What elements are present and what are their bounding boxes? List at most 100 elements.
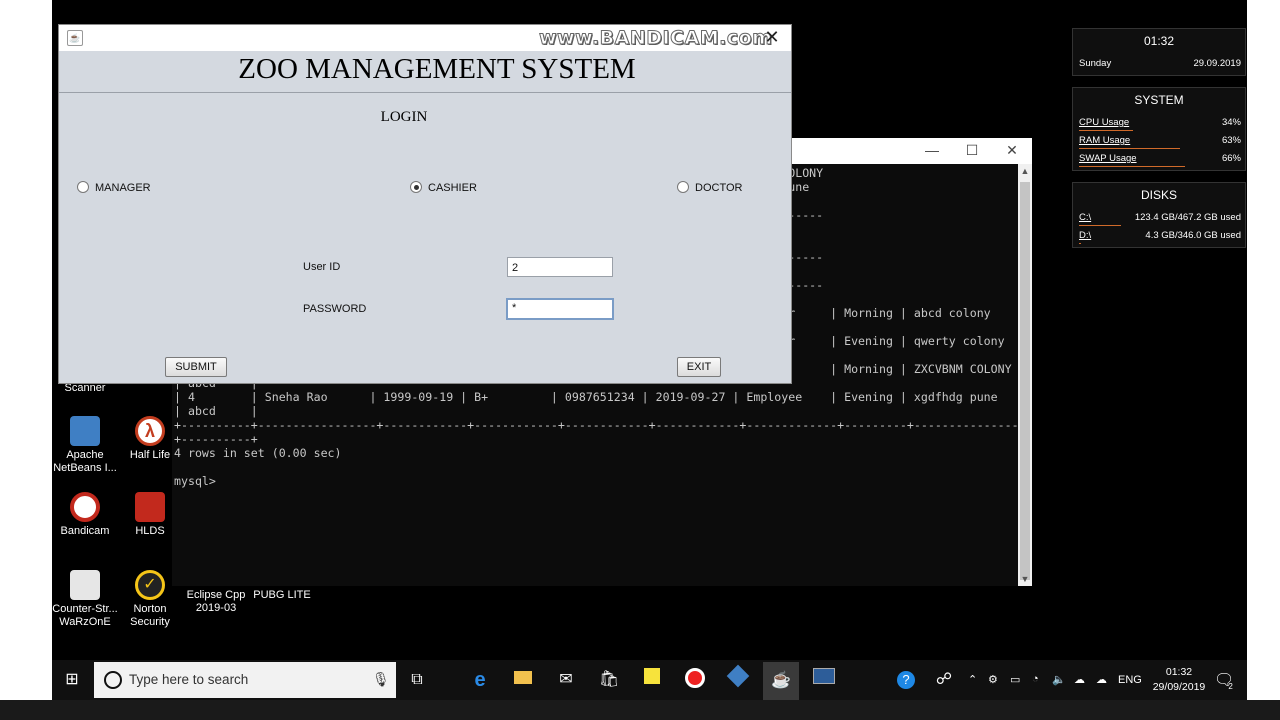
disk-value: 123.4 GB/467.2 GB used — [1134, 212, 1241, 223]
system-label: SWAP Usage — [1079, 153, 1137, 164]
half-life-icon: λ — [135, 416, 165, 446]
java-taskbar-icon[interactable]: ☕ — [763, 662, 799, 700]
disk-label: D:\ — [1079, 230, 1092, 241]
search-box[interactable]: Type here to search 🎙 — [94, 662, 396, 698]
norton-icon: ✓ — [135, 570, 165, 600]
role-radio-manager[interactable]: MANAGER — [77, 181, 151, 195]
desktop-icon-label: Norton Security — [130, 603, 170, 628]
maximize-icon[interactable]: ☐ — [952, 138, 992, 164]
windows-start-icon[interactable]: ⊞ — [60, 668, 84, 692]
login-subtitle: LOGIN — [380, 109, 428, 125]
terminal-line: 4 rows in set (0.00 sec) — [174, 446, 342, 460]
role-radio-doctor[interactable]: DOCTOR — [677, 181, 742, 195]
volume-icon[interactable]: 🔈 — [1052, 673, 1066, 686]
disk-row: C:\ 123.4 GB/467.2 GB used — [1079, 212, 1241, 224]
system-value: 34% — [1221, 117, 1241, 128]
desktop-icon-eclipse[interactable]: Eclipse Cpp 2019-03 — [183, 576, 249, 615]
wifi-icon[interactable]: ◔ — [1032, 673, 1039, 685]
disk-label: C:\ — [1079, 212, 1092, 223]
java-icon: ☕ — [67, 30, 83, 46]
desktop-icon-label: PUBG LITE — [253, 589, 311, 601]
disks-widget: DISKS C:\ 123.4 GB/467.2 GB used D:\ 4.3 GB… — [1072, 182, 1246, 248]
search-placeholder: Type here to search — [129, 672, 249, 687]
file-explorer-icon[interactable] — [511, 668, 535, 692]
system-value: 66% — [1221, 153, 1241, 164]
system-label: RAM Usage — [1079, 135, 1131, 146]
battery-icon[interactable]: ▭ — [1010, 673, 1020, 686]
notification-center-icon[interactable]: 🗨2 — [1214, 670, 1239, 691]
user-id-field[interactable]: 2 — [507, 257, 613, 277]
terminal-scrollbar[interactable]: ▲ ▼ — [1018, 164, 1032, 586]
edge-icon[interactable]: e — [468, 668, 492, 692]
scrollbar-thumb[interactable] — [1020, 182, 1030, 580]
terminal-close-icon[interactable]: ✕ — [992, 138, 1032, 164]
disks-title: DISKS — [1140, 188, 1177, 202]
radio-icon — [677, 181, 689, 193]
page-title: ZOO MANAGEMENT SYSTEM — [238, 53, 636, 85]
microphone-icon[interactable]: 🎙 — [372, 671, 390, 688]
terminal-line: +----------+ — [174, 432, 258, 446]
cloud-icon[interactable]: ☁ — [1074, 673, 1085, 686]
mail-icon[interactable]: ✉ — [554, 668, 578, 692]
terminal-title-bar: — ☐ ✕ — [792, 138, 1032, 164]
submit-button[interactable]: SUBMIT — [165, 357, 227, 377]
system-title: SYSTEM — [1134, 93, 1184, 107]
login-title-bar: ☕ www.BANDICAM.com ✕ — [59, 25, 791, 51]
system-row: SWAP Usage 66% — [1079, 153, 1241, 165]
tray-bluetooth-icon[interactable]: ⚙ — [988, 673, 998, 686]
scroll-down-icon[interactable]: ▼ — [1018, 572, 1032, 586]
user-id-label: User ID — [303, 261, 341, 273]
taskbar-date: 29/09/2019 — [1152, 681, 1206, 693]
system-row: CPU Usage 34% — [1079, 117, 1241, 129]
desktop-icon-netbeans[interactable]: Apache NetBeans I... — [52, 416, 118, 475]
taskbar-time: 01:32 — [1165, 666, 1193, 678]
help-icon[interactable]: ? — [894, 668, 918, 692]
terminal-line: +----------+-----------------+----------… — [174, 418, 1018, 432]
divider — [59, 92, 791, 93]
notification-count: 2 — [1228, 682, 1233, 691]
disk-value: 4.3 GB/346.0 GB used — [1145, 230, 1241, 241]
language-indicator[interactable]: ENG — [1118, 674, 1142, 686]
task-view-icon[interactable]: ⧉ — [405, 668, 429, 692]
terminal-line: | 4 | Sneha Rao | 1999-09-19 | B+ | 0987… — [174, 390, 998, 404]
system-usage-bar — [1079, 148, 1180, 149]
disk-usage-bar — [1079, 243, 1081, 244]
tray-chevron-icon[interactable]: ⌃ — [968, 673, 977, 686]
store-icon[interactable]: 🛍 — [597, 668, 621, 692]
radio-checked-icon — [410, 181, 422, 193]
screen-bottom-strip — [0, 700, 1280, 720]
netbeans-taskbar-icon[interactable] — [726, 664, 750, 692]
desktop-icon-counter-strike[interactable]: Counter-Str... WaRzOnE — [52, 570, 118, 629]
widget-clock-time: 01:32 — [1143, 34, 1175, 48]
desktop-icon-pubg[interactable]: PUBG LITE — [249, 576, 315, 602]
role-label: DOCTOR — [695, 182, 743, 194]
search-icon — [104, 671, 122, 689]
bandicam-taskbar-icon[interactable] — [683, 668, 707, 692]
widget-date-row: Sunday 29.09.2019 — [1079, 58, 1241, 70]
clock-widget: 01:32 Sunday 29.09.2019 — [1072, 28, 1246, 76]
bandicam-watermark: www.BANDICAM.com — [538, 27, 773, 50]
desktop-icon-label: Half Life — [129, 449, 171, 461]
sticky-notes-icon[interactable] — [640, 668, 664, 692]
role-radio-cashier[interactable]: CASHIER — [410, 181, 477, 195]
people-icon[interactable]: ☍ — [932, 668, 956, 692]
role-label: CASHIER — [428, 182, 477, 194]
minimize-icon[interactable]: — — [912, 138, 952, 164]
mysql-taskbar-icon[interactable] — [812, 668, 836, 692]
system-value: 63% — [1221, 135, 1241, 146]
password-field[interactable]: * — [506, 298, 614, 320]
bandicam-icon — [70, 492, 100, 522]
exit-button[interactable]: EXIT — [677, 357, 721, 377]
desktop-icon-label: Eclipse Cpp 2019-03 — [186, 589, 246, 614]
netbeans-icon — [70, 416, 100, 446]
desktop-icon-label: Apache NetBeans I... — [53, 449, 117, 474]
taskbar-clock[interactable]: 01:32 29/09/2019 — [1150, 666, 1208, 693]
system-widget: SYSTEM CPU Usage 34% RAM Usage 63% SWAP Usag… — [1072, 87, 1246, 171]
disk-row: D:\ 4.3 GB/346.0 GB used — [1079, 230, 1241, 242]
system-label: CPU Usage — [1079, 117, 1130, 128]
login-close-button[interactable]: ✕ — [759, 25, 785, 51]
onedrive-icon[interactable]: ☁ — [1096, 673, 1107, 686]
scroll-up-icon[interactable]: ▲ — [1018, 164, 1032, 178]
password-label: PASSWORD — [303, 303, 367, 315]
desktop-icon-bandicam[interactable]: Bandicam — [52, 492, 118, 538]
